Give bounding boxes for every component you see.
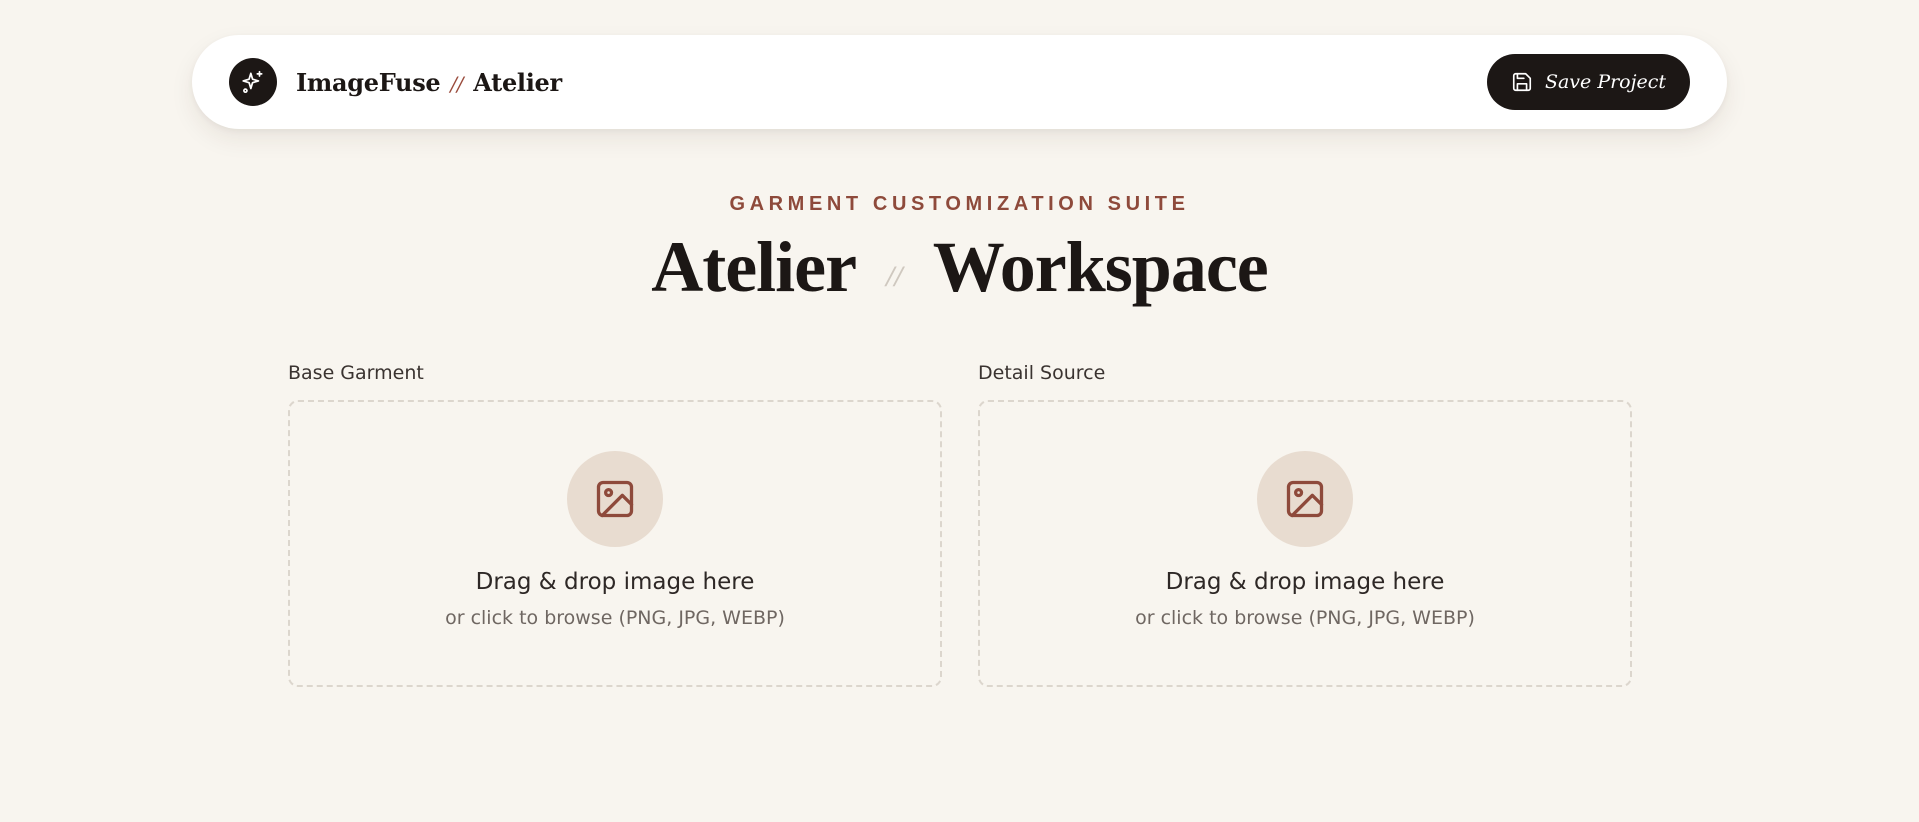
image-icon <box>596 480 634 518</box>
sparkles-icon <box>242 70 263 94</box>
dropzone-title: Drag & drop image here <box>1165 569 1445 595</box>
page-title-right: Workspace <box>932 227 1269 307</box>
dropzone-title: Drag & drop image here <box>475 569 755 595</box>
dropzone-subtitle: or click to browse (PNG, JPG, WEBP) <box>445 607 785 629</box>
image-icon <box>1286 480 1324 518</box>
detail-source-panel: Detail Source Drag & drop image here or … <box>978 362 1632 687</box>
page-title-left: Atelier <box>651 227 857 307</box>
base-garment-dropzone[interactable]: Drag & drop image here or click to brows… <box>288 400 942 687</box>
detail-source-label: Detail Source <box>978 362 1106 384</box>
upload-icon-circle <box>567 451 663 547</box>
page-title-separator: // <box>886 260 903 294</box>
floppy-disk-icon <box>1512 72 1532 92</box>
brand-name: ImageFuse <box>296 67 441 97</box>
base-garment-label: Base Garment <box>288 362 424 384</box>
upload-icon-circle <box>1257 451 1353 547</box>
brand-separator: // <box>450 71 464 96</box>
dropzone-subtitle: or click to browse (PNG, JPG, WEBP) <box>1135 607 1475 629</box>
detail-source-dropzone[interactable]: Drag & drop image here or click to brows… <box>978 400 1632 687</box>
top-navbar: ImageFuse // Atelier Save Project <box>192 35 1727 129</box>
page-title: Atelier // Workspace <box>0 227 1919 307</box>
save-project-button[interactable]: Save Project <box>1487 54 1690 110</box>
brand-product: Atelier <box>473 67 562 97</box>
save-project-label: Save Project <box>1544 71 1667 93</box>
hero-eyebrow: GARMENT CUSTOMIZATION SUITE <box>729 193 1190 215</box>
hero-section: GARMENT CUSTOMIZATION SUITE Atelier // W… <box>0 193 1919 306</box>
brand-wordmark[interactable]: ImageFuse // Atelier <box>296 68 562 97</box>
logo-badge[interactable] <box>229 58 277 106</box>
base-garment-panel: Base Garment Drag & drop image here or c… <box>288 362 942 687</box>
